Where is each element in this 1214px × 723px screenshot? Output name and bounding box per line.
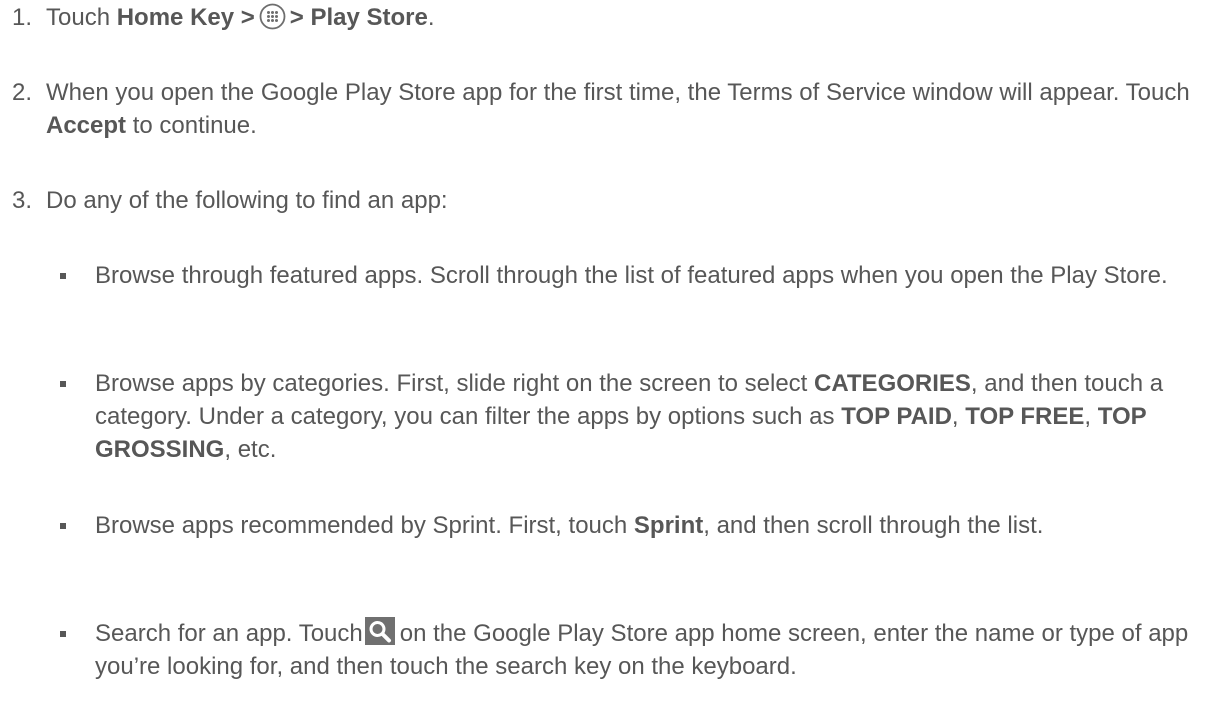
- bullet-text: Browse apps recommended by Sprint. First…: [95, 512, 1044, 539]
- bullet-marker: [60, 631, 66, 637]
- bullet-text: Browse through featured apps. Scroll thr…: [95, 262, 1168, 289]
- bullet-marker: [60, 273, 66, 279]
- apps-grid-icon: [259, 3, 286, 30]
- step-number: 2.: [12, 79, 33, 106]
- step-number: 1.: [12, 4, 33, 31]
- step-text: When you open the Google Play Store app …: [46, 79, 1190, 139]
- bullet-marker: [60, 523, 66, 529]
- instructions-document: 1. Touch Home Key > > Play Store. 2. When…: [0, 0, 1214, 723]
- search-icon: [364, 617, 395, 645]
- bullet-text: Browse apps by categories. First, slide …: [95, 370, 1164, 463]
- step-text: Touch Home Key > > Play Store.: [46, 3, 435, 31]
- step-number: 3.: [12, 187, 33, 214]
- bullet-text: Search for an app. Touch on the Google Pl…: [95, 617, 1194, 683]
- bullet-marker: [60, 381, 66, 387]
- step-text: Do any of the following to find an app:: [46, 187, 448, 214]
